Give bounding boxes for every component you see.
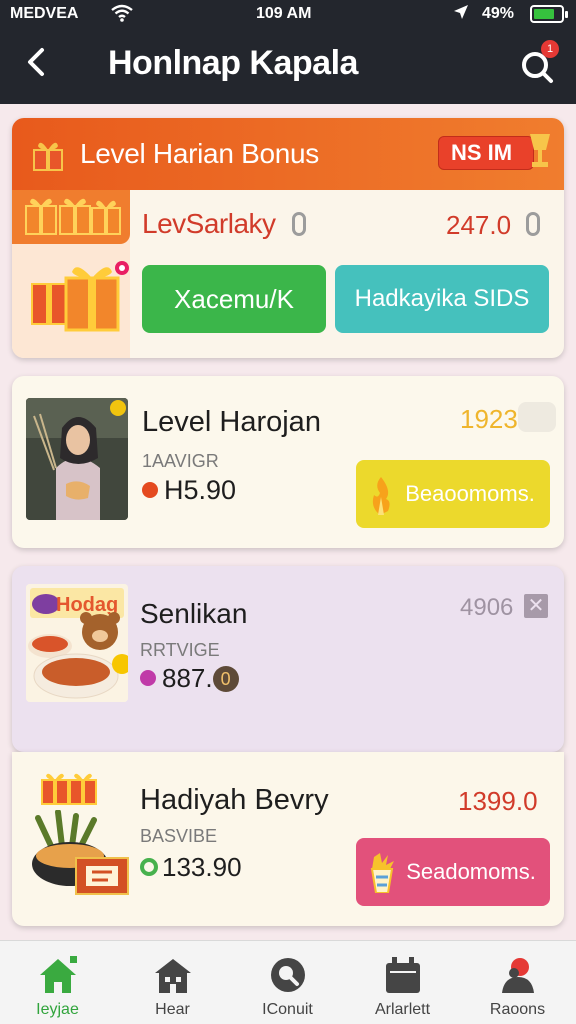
product-value: 4906 (460, 594, 514, 621)
redeem-button-label: Beaoomoms. (405, 481, 535, 506)
nav-item-hear[interactable]: Hear (115, 941, 230, 1024)
bonus-badge-label: NS IM (451, 140, 513, 165)
gift-boxes-icon (40, 770, 100, 811)
redeem-button[interactable]: Seadomoms. (356, 838, 550, 906)
product-card[interactable]: Hadiyah Bevry BASVIBE 133.90 1399.0 Sead… (12, 752, 564, 926)
gift-strip (12, 190, 130, 244)
product-price: 133.90 (162, 852, 242, 882)
info-icon (292, 212, 306, 236)
carrier-label: MEDVEA (10, 5, 79, 22)
top-bar: MEDVEA 109 AM 49% Honlnap Kapala 1 (0, 0, 576, 104)
trophy-icon (526, 130, 554, 177)
product-subtitle: BASVIBE (140, 826, 218, 846)
gift-boxes-icon (25, 198, 121, 235)
bottom-navigation: Ieyjae Hear IConuit Arlarlett Raoons (0, 940, 576, 1024)
nav-item-search[interactable]: IConuit (230, 941, 345, 1024)
profile-icon (498, 955, 538, 995)
redeem-button[interactable]: Beaoomoms. (356, 460, 550, 528)
home-icon (38, 954, 79, 995)
battery-icon (530, 5, 568, 23)
nav-item-calendar[interactable]: Arlarlett (345, 941, 460, 1024)
nav-item-profile[interactable]: Raoons (460, 941, 575, 1024)
product-value: 1923 (460, 404, 518, 434)
product-value: 1399.0 (458, 786, 538, 816)
food-bowl-image (32, 809, 132, 905)
battery-percent: 49% (482, 5, 515, 22)
product-title: Hadiyah Bevry (140, 784, 329, 816)
battery-fill (534, 9, 554, 19)
building-icon (153, 955, 193, 995)
product-thumbnail (26, 398, 128, 520)
clock: 109 AM (256, 5, 312, 22)
product-price: H5.90 (164, 475, 237, 505)
price-badge: 0 (212, 666, 239, 692)
close-icon[interactable]: ✕ (524, 594, 548, 618)
bonus-banner: Level Harian Bonus NS IM (12, 118, 564, 190)
coin-icon (142, 482, 158, 498)
bonus-badge[interactable]: NS IM (438, 136, 534, 170)
product-subtitle: 1AAVIGR (142, 451, 219, 471)
secondary-action-button[interactable]: Hadkayika SIDS (335, 265, 549, 333)
level-value: 247.0 (446, 210, 512, 240)
location-arrow-icon (452, 3, 470, 25)
product-price-value: 887. (162, 663, 213, 693)
claim-button[interactable]: Xacemu/K (142, 265, 326, 333)
big-gift-icon (26, 258, 130, 337)
page-title: Honlnap Kapala (108, 44, 358, 82)
product-title: Level Harojan (142, 406, 321, 438)
fire-icon (368, 474, 394, 515)
search-icon (268, 955, 308, 995)
product-thumbnail: Hodag (26, 584, 128, 702)
nav-label: Hear (155, 1001, 190, 1018)
claim-button-label: Xacemu/K (174, 284, 294, 314)
nav-label: Raoons (489, 1001, 546, 1018)
notification-badge: 1 (541, 40, 559, 58)
product-card[interactable]: Level Harojan 1AAVIGR H5.90 1923 Beaoomo… (12, 376, 564, 548)
nav-label: Arlarlett (374, 1001, 431, 1018)
redeem-button-label: Seadomoms. (406, 859, 536, 884)
daily-bonus-card: Level Harian Bonus NS IM LevSarlaky 247.… (12, 118, 564, 358)
coin-icon (140, 858, 158, 876)
value-fade (518, 402, 556, 432)
nav-item-home[interactable]: Ieyjae (0, 941, 115, 1024)
gift-icon (30, 136, 66, 177)
product-price: 887. 0 (162, 663, 239, 694)
level-title: LevSarlaky (142, 208, 276, 239)
nav-label: Ieyjae (36, 1001, 79, 1018)
product-card[interactable]: Hodag Senlikan RRTVIGE 887. 0 4906 ✕ (12, 566, 564, 752)
info-icon (526, 212, 540, 236)
secondary-action-label: Hadkayika SIDS (354, 285, 530, 312)
calendar-icon (383, 955, 423, 995)
drink-icon (368, 852, 394, 894)
bonus-title: Level Harian Bonus (80, 138, 319, 169)
coin-icon (140, 670, 156, 686)
status-bar: MEDVEA 109 AM 49% (0, 0, 576, 28)
product-title: Senlikan (140, 598, 248, 629)
back-button[interactable] (18, 40, 58, 84)
nav-label: IConuit (262, 1001, 313, 1018)
product-subtitle: RRTVIGE (140, 640, 220, 660)
wifi-icon (110, 3, 134, 28)
